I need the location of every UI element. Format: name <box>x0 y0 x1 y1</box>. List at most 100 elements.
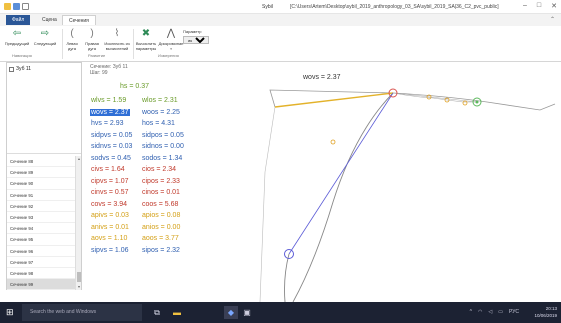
measurement-value-vs[interactable]: wovs = 2.37 <box>90 108 130 116</box>
measurement-value-vs[interactable]: cinvs = 0.57 <box>90 189 130 196</box>
maximize-button[interactable]: □ <box>537 2 541 10</box>
clock[interactable]: 20:13 10/06/2019 <box>534 305 557 319</box>
measurement-value-vs[interactable]: aovs = 1.10 <box>90 235 128 242</box>
measurement-row: civs = 1.64 cios = 2.34 <box>90 165 176 175</box>
measurement-value-os[interactable]: sidpos = 0.05 <box>142 131 184 141</box>
task-view-icon[interactable]: ⧉ <box>150 306 164 319</box>
list-item[interactable]: Сечение 93 <box>7 212 75 224</box>
measurement-value-os[interactable]: sodos = 1.34 <box>142 154 182 164</box>
green-point-center <box>475 100 479 104</box>
list-item[interactable]: Сечение 94 <box>7 223 75 235</box>
measurement-value-os[interactable]: hos = 4.31 <box>142 119 175 129</box>
list-item[interactable]: Сечение 98 <box>7 268 75 280</box>
taskbar-search[interactable]: Search the web and Windows <box>22 304 142 321</box>
checkbox[interactable] <box>9 66 14 72</box>
orange-point[interactable] <box>462 100 468 106</box>
measurement-value-vs[interactable]: sidnvs = 0.03 <box>90 143 133 150</box>
measurement-value-os[interactable]: cipos = 2.33 <box>142 177 180 187</box>
measurement-value-os[interactable]: coos = 5.68 <box>142 200 178 210</box>
section-drawing[interactable]: wovs = 2.37 <box>215 62 561 303</box>
exclude-button[interactable]: ⌇ Исключить из вычислений <box>102 28 132 51</box>
list-scrollbar[interactable]: ▴ ▾ <box>75 156 81 290</box>
collapse-ribbon-icon[interactable]: ⌃ <box>550 16 555 23</box>
list-item[interactable]: Сечение 92 <box>7 201 75 212</box>
measurement-value-vs[interactable]: apivs = 0.03 <box>90 212 130 219</box>
measurement-value-vs[interactable]: hvs = 2.93 <box>90 120 125 127</box>
save-icon[interactable] <box>13 3 20 10</box>
measurement-value-os[interactable]: apios = 0.08 <box>142 211 180 221</box>
measurement-value-os[interactable]: anios = 0.00 <box>142 223 180 233</box>
list-item[interactable]: Сечение 97 <box>7 257 75 268</box>
scroll-up-icon[interactable]: ▴ <box>76 156 82 162</box>
inner-measure-line <box>392 92 478 103</box>
list-item[interactable]: Сечение 88 <box>7 156 75 168</box>
previous-button[interactable]: ⇦ Предыдущий <box>2 28 32 46</box>
section-canvas[interactable]: wovs = 2.37 <box>215 62 561 303</box>
window-controls: – □ ✕ <box>523 2 557 10</box>
measurement-row: aovs = 1.10 aoos = 3.77 <box>90 234 179 244</box>
list-item[interactable]: Сечение 90 <box>7 178 75 190</box>
close-button[interactable]: ✕ <box>551 2 557 10</box>
measurement-value-vs[interactable]: cipvs = 1.07 <box>90 178 130 185</box>
measurement-value-os[interactable]: wlos = 2.31 <box>142 96 178 106</box>
next-button[interactable]: ⇨ Следующий <box>30 28 60 46</box>
measurement-value-vs[interactable]: civs = 1.64 <box>90 166 126 173</box>
discriminant-button[interactable]: ⋀ Дискриминан т <box>158 28 184 51</box>
measurement-row: apivs = 0.03 apios = 0.08 <box>90 211 180 221</box>
file-explorer-icon[interactable]: ▬ <box>170 306 184 319</box>
exclude-icon: ⌇ <box>114 28 120 39</box>
measurement-value-os[interactable]: sipos = 2.32 <box>142 246 180 256</box>
ribbon-tabs: Файл Сцена Сечения ⌃ <box>0 14 561 26</box>
tab-file[interactable]: Файл <box>6 15 31 25</box>
measurement-value-vs[interactable]: anivs = 0.01 <box>90 224 130 231</box>
tab-sections[interactable]: Сечения <box>62 15 96 25</box>
list-item[interactable]: Сечение 91 <box>7 190 75 201</box>
folder-icon[interactable] <box>4 3 11 10</box>
network-icon[interactable]: ◠ <box>478 309 482 315</box>
measurement-value-vs[interactable]: wlvs = 1.59 <box>90 97 127 104</box>
measurement-value-vs[interactable]: sidpvs = 0.05 <box>90 132 133 139</box>
minimize-button[interactable]: – <box>523 2 527 10</box>
measurement-value-os[interactable]: aoos = 3.77 <box>142 234 179 244</box>
left-arc-button[interactable]: ( Левая дуга <box>62 28 82 51</box>
right-arc-button[interactable]: ) Правая дуга <box>82 28 102 51</box>
measurement-value-vs[interactable]: sipvs = 1.06 <box>90 247 130 254</box>
section-contour-lower <box>284 253 290 303</box>
dropdown-icon[interactable] <box>22 3 29 10</box>
window-title: Sybil <box>262 4 273 10</box>
compute-params-button[interactable]: ✖ Вычислить параметры <box>133 28 159 51</box>
measurement-row: wovs = 2.37 woos = 2.25 <box>90 108 180 118</box>
list-item[interactable]: Сечение 96 <box>7 246 75 257</box>
sybil-app-icon[interactable]: ◆ <box>224 306 238 319</box>
tooth-tree <box>7 76 81 154</box>
language-indicator[interactable]: РУС <box>509 309 519 315</box>
arrow-left-icon: ⇦ <box>12 28 22 39</box>
scroll-thumb[interactable] <box>77 272 81 282</box>
measurement-value-os[interactable]: cios = 2.34 <box>142 165 176 175</box>
tab-scene[interactable]: Сцена <box>36 15 63 25</box>
sections-panel: Зуб 11 Сечение 88 Сечение 89 Сечение 90 … <box>6 62 82 291</box>
measurement-value-os[interactable]: sidnos = 0.00 <box>142 142 184 152</box>
chevron-up-icon[interactable]: ^ <box>470 309 472 315</box>
list-item[interactable]: Сечение 95 <box>7 234 75 246</box>
parameter-label: Параметр <box>183 29 202 34</box>
measurement-row: hvs = 2.93 hos = 4.31 <box>90 119 175 129</box>
clock-time: 20:13 <box>545 306 557 311</box>
scroll-down-icon[interactable]: ▾ <box>76 284 82 290</box>
measurement-value-vs[interactable]: sodvs = 0.45 <box>90 155 132 162</box>
keyboard-icon[interactable]: ▭ <box>498 309 503 315</box>
measurement-value-os[interactable]: cinos = 0.01 <box>142 188 180 198</box>
volume-icon[interactable]: ◁ <box>488 309 492 315</box>
section-contour-outer <box>259 106 276 303</box>
app-icon[interactable]: ▣ <box>240 306 254 319</box>
measurement-row: sidpvs = 0.05 sidpos = 0.05 <box>90 131 184 141</box>
orange-point[interactable] <box>330 139 336 145</box>
measurement-row: cinvs = 0.57 cinos = 0.01 <box>90 188 180 198</box>
tooth-item[interactable]: Зуб 11 <box>9 66 31 72</box>
list-item-selected[interactable]: Сечение 99 <box>7 279 75 291</box>
measurement-value-vs[interactable]: covs = 3.94 <box>90 201 128 208</box>
list-item[interactable]: Сечение 89 <box>7 167 75 179</box>
measurement-value-os[interactable]: woos = 2.25 <box>142 108 180 118</box>
windows-start-icon[interactable]: ⊞ <box>6 308 14 317</box>
parameter-select[interactable]: wo <box>183 36 209 44</box>
